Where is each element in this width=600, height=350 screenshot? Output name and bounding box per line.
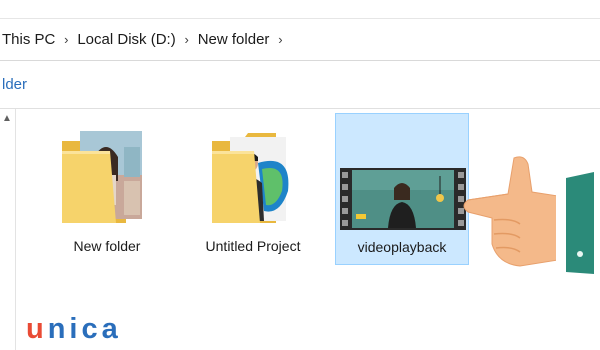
logo-letter-u: u	[26, 313, 48, 345]
navigation-pane-row: lder	[0, 61, 600, 109]
chevron-right-icon[interactable]: ›	[55, 32, 77, 47]
folder-icon	[62, 131, 142, 223]
chevron-right-icon[interactable]: ›	[176, 32, 198, 47]
folder-icon	[212, 133, 289, 223]
navigation-pane-scrollbar[interactable]: ▲	[0, 109, 16, 350]
nav-pane-folder-label[interactable]: lder	[2, 76, 27, 93]
window-top-strip	[0, 0, 600, 19]
breadcrumb-new-folder[interactable]: New folder	[198, 31, 270, 48]
scroll-up-icon[interactable]: ▲	[2, 113, 12, 124]
file-item-label: New folder	[73, 238, 141, 254]
breadcrumb-this-pc[interactable]: This PC	[2, 31, 55, 48]
file-item-untitled-project[interactable]: Untitled Project	[186, 113, 320, 265]
file-item-label: videoplayback	[357, 239, 447, 255]
unica-logo: unica	[26, 313, 122, 346]
file-item-videoplayback[interactable]: videoplayback	[335, 113, 469, 265]
breadcrumb-local-disk[interactable]: Local Disk (D:)	[77, 31, 175, 48]
pointing-hand-icon	[463, 156, 594, 274]
file-item-label: Untitled Project	[205, 238, 301, 254]
file-item-new-folder[interactable]: New folder	[40, 113, 174, 265]
video-thumbnail-icon	[340, 168, 466, 230]
address-bar[interactable]: This PC › Local Disk (D:) › New folder ›	[0, 19, 600, 61]
chevron-right-icon[interactable]: ›	[269, 32, 291, 47]
logo-letters-nica: nica	[47, 313, 122, 345]
